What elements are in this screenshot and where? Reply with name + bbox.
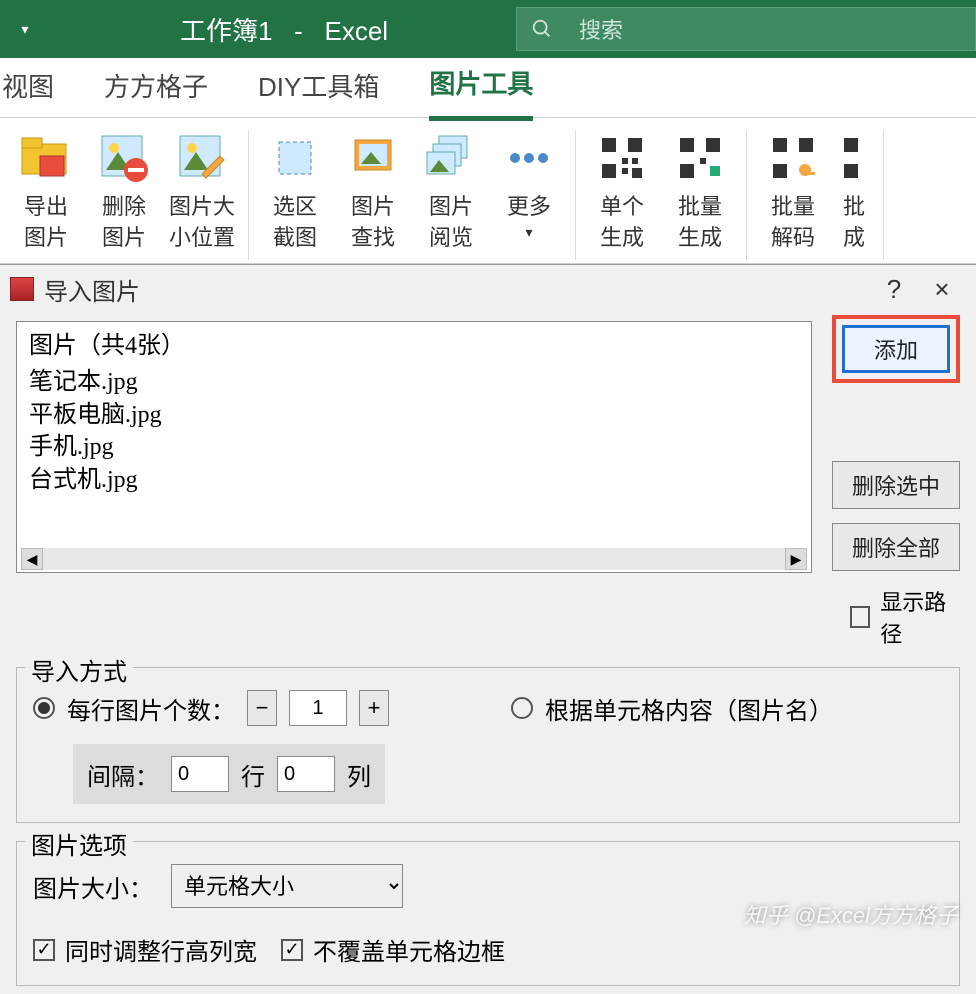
import-picture-dialog: 导入图片 ? × 图片（共4张） 笔记本.jpg 平板电脑.jpg 手机.jpg…	[0, 264, 976, 944]
watermark: 知乎 @Excel方方格子	[744, 898, 958, 930]
workbook-name: 工作簿1	[180, 16, 272, 46]
qr-key-icon	[765, 130, 821, 186]
delete-picture-button[interactable]: 删除 图片	[92, 130, 156, 254]
scroll-left-icon[interactable]: ◀	[21, 548, 43, 570]
picture-edit-icon	[174, 130, 230, 186]
picture-find-button[interactable]: 图片 查找	[341, 130, 405, 254]
dialog-body: 图片（共4张） 笔记本.jpg 平板电脑.jpg 手机.jpg 台式机.jpg …	[0, 313, 976, 994]
add-button[interactable]: 添加	[842, 325, 950, 373]
per-row-label: 每行图片个数：	[67, 691, 235, 726]
qr-decode-button[interactable]: 批量 解码	[761, 130, 825, 254]
ribbon-group-2: 选区 截图 图片 查找 图片 阅览 更多 ▾	[249, 130, 576, 260]
pic-size-select[interactable]: 单元格大小	[171, 864, 403, 908]
list-item[interactable]: 平板电脑.jpg	[29, 399, 799, 431]
horizontal-scrollbar[interactable]: ◀ ▶	[21, 548, 807, 570]
tab-fangfang[interactable]: 方方格子	[104, 57, 208, 119]
tab-view[interactable]: 视图	[2, 57, 54, 119]
search-icon	[531, 18, 553, 40]
picture-size-button[interactable]: 图片大 小位置	[170, 130, 234, 254]
titlebar: ▾ 工作簿1 - Excel 搜索	[0, 0, 976, 58]
import-mode-fieldset: 导入方式 每行图片个数： − + 根据单元格内容（图片名） 间隔： 行	[16, 667, 960, 823]
dialog-app-icon	[10, 277, 34, 301]
qr-batch-button[interactable]: 批量 生成	[668, 130, 732, 254]
qr-icon	[594, 130, 650, 186]
ribbon-tabs: 视图 方方格子 DIY工具箱 图片工具	[0, 58, 976, 118]
export-picture-button[interactable]: 导出 图片	[14, 130, 78, 254]
import-mode-legend: 导入方式	[25, 652, 133, 687]
list-item[interactable]: 手机.jpg	[29, 431, 799, 463]
per-row-radio[interactable]	[33, 697, 55, 719]
search-placeholder: 搜索	[579, 13, 623, 45]
list-item[interactable]: 台式机.jpg	[29, 464, 799, 496]
no-cover-border-checkbox[interactable]	[281, 939, 303, 961]
picture-frame-icon	[345, 130, 401, 186]
show-path-label: 显示路径	[880, 585, 960, 649]
gap-col-unit: 列	[347, 757, 371, 792]
by-cell-label: 根据单元格内容（图片名）	[545, 691, 833, 726]
picture-browse-button[interactable]: 图片 阅览	[419, 130, 483, 254]
add-highlight: 添加	[832, 315, 960, 383]
close-button[interactable]: ×	[918, 274, 966, 305]
qr-icon-partial	[826, 130, 882, 186]
per-row-input[interactable]	[289, 690, 347, 726]
delete-all-button[interactable]: 删除全部	[832, 523, 960, 571]
more-button[interactable]: 更多 ▾	[497, 130, 561, 242]
area-crop-button[interactable]: 选区 截图	[263, 130, 327, 254]
show-path-checkbox[interactable]	[850, 606, 870, 628]
tab-picture-tools[interactable]: 图片工具	[429, 54, 533, 121]
gap-label: 间隔：	[87, 757, 159, 792]
gap-col-input[interactable]	[277, 756, 335, 792]
ribbon-group-4: 批量 解码 批 成	[747, 130, 884, 260]
file-listbox[interactable]: 图片（共4张） 笔记本.jpg 平板电脑.jpg 手机.jpg 台式机.jpg …	[16, 321, 812, 573]
file-list-header: 图片（共4张）	[29, 330, 799, 362]
folder-export-icon	[18, 130, 74, 186]
ribbon-group-3: 单个 生成 批量 生成	[576, 130, 747, 260]
no-cover-border-label: 不覆盖单元格边框	[313, 932, 505, 967]
ribbon-group-1: 导出 图片 删除 图片 图片大 小位置	[0, 130, 249, 260]
show-path-row: 显示路径	[850, 585, 960, 649]
dialog-title: 导入图片	[44, 272, 140, 307]
qr-batch-icon	[672, 130, 728, 186]
window-title: 工作簿1 - Excel	[180, 11, 388, 48]
tab-diy[interactable]: DIY工具箱	[258, 57, 379, 119]
app-name: Excel	[324, 16, 388, 46]
by-cell-radio[interactable]	[511, 697, 533, 719]
gap-row-unit: 行	[241, 757, 265, 792]
more-icon	[501, 130, 557, 186]
chevron-down-icon: ▾	[525, 223, 532, 243]
picture-delete-icon	[96, 130, 152, 186]
search-box[interactable]: 搜索	[516, 7, 976, 51]
per-row-minus[interactable]: −	[247, 690, 277, 726]
help-button[interactable]: ?	[870, 274, 918, 305]
list-item[interactable]: 笔记本.jpg	[29, 366, 799, 398]
qat-dropdown[interactable]: ▾	[0, 15, 50, 44]
scroll-right-icon[interactable]: ▶	[785, 548, 807, 570]
qr-partial-button[interactable]: 批 成	[839, 130, 869, 254]
adjust-rowcol-checkbox[interactable]	[33, 939, 55, 961]
ribbon: 导出 图片 删除 图片 图片大 小位置 选区 截图	[0, 118, 976, 264]
pic-size-label: 图片大小：	[33, 869, 153, 904]
gap-row-input[interactable]	[171, 756, 229, 792]
adjust-rowcol-label: 同时调整行高列宽	[65, 932, 257, 967]
per-row-plus[interactable]: +	[359, 690, 389, 726]
picture-stack-icon	[423, 130, 479, 186]
side-buttons: 添加 删除选中 删除全部	[832, 321, 960, 571]
gap-row: 间隔： 行 列	[73, 744, 385, 804]
qr-single-button[interactable]: 单个 生成	[590, 130, 654, 254]
delete-selected-button[interactable]: 删除选中	[832, 461, 960, 509]
picture-options-legend: 图片选项	[25, 826, 133, 861]
selection-icon	[267, 130, 323, 186]
dialog-titlebar: 导入图片 ? ×	[0, 265, 976, 313]
